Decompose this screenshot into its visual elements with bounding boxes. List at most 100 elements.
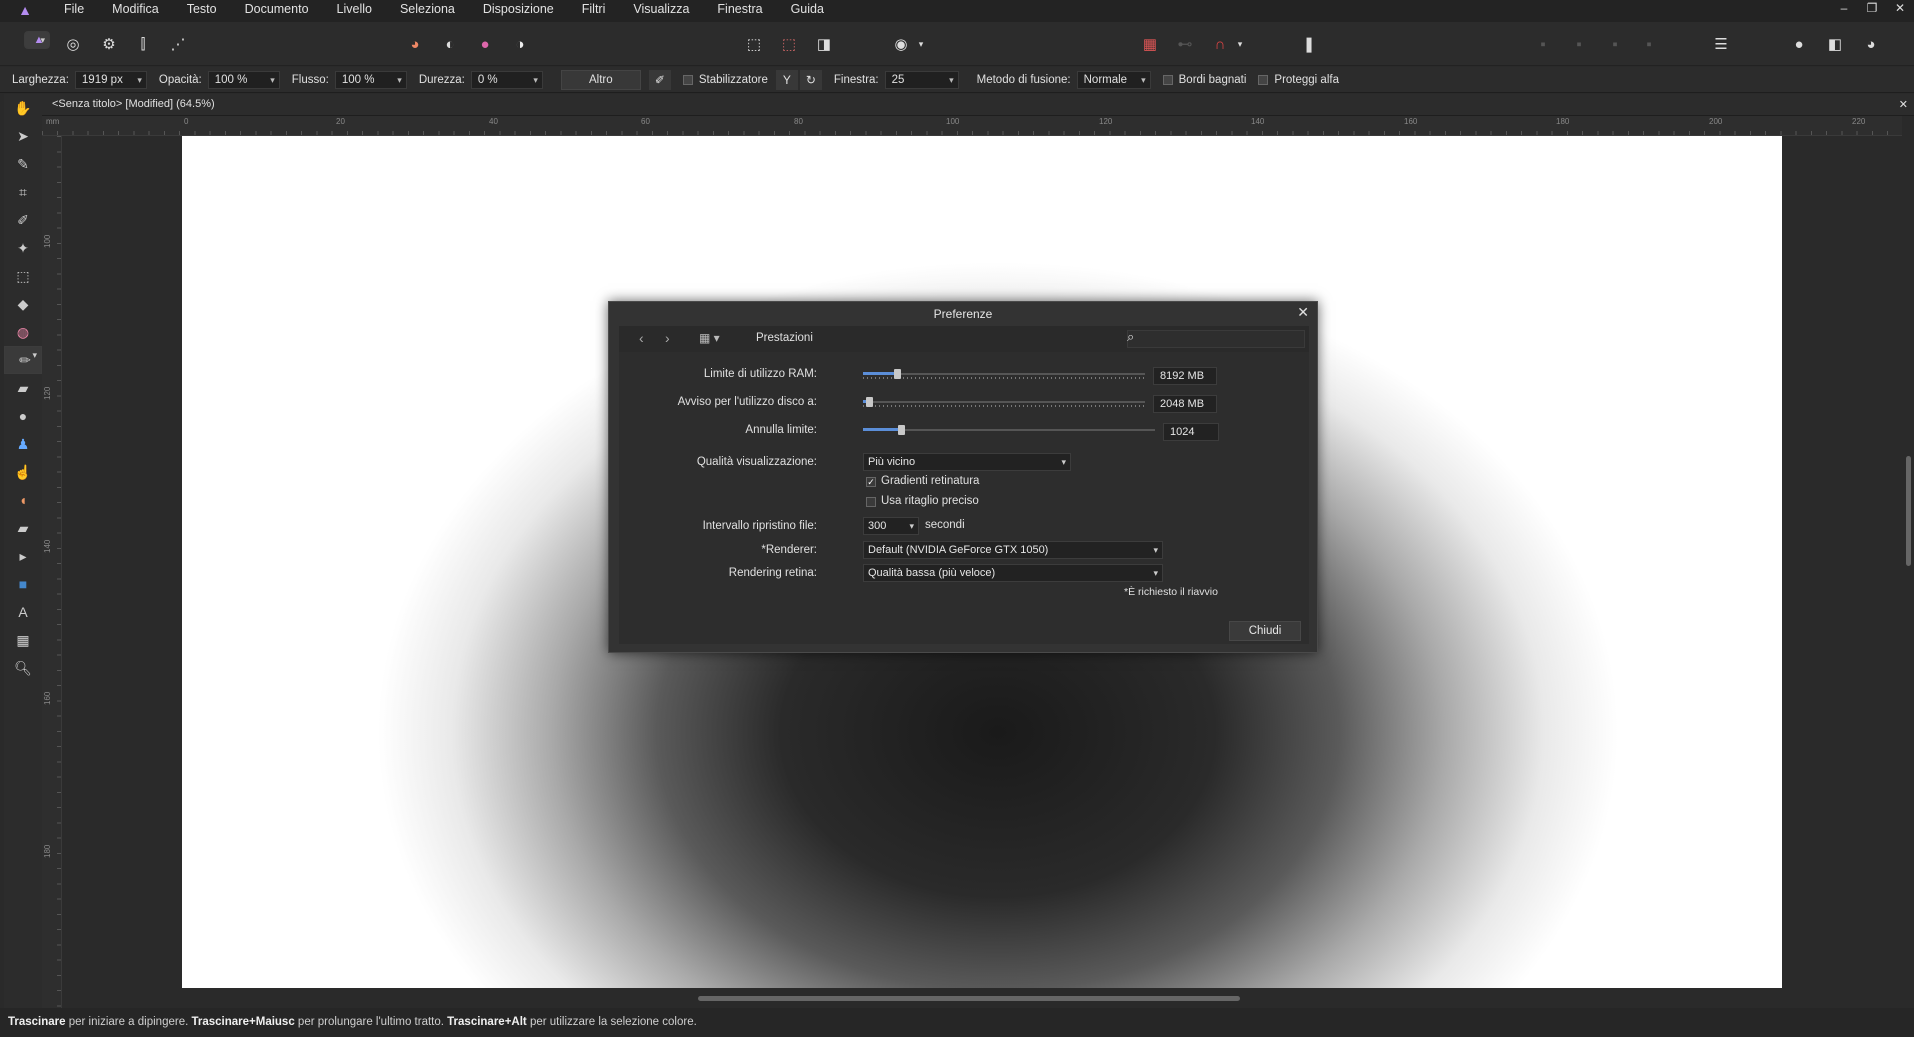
deselect-icon[interactable]: ⬚	[776, 31, 802, 57]
horizontal-scrollbar[interactable]	[62, 988, 1902, 1008]
flow-field[interactable]: 100 %	[334, 70, 407, 89]
arrange-back-icon[interactable]: ▪	[1530, 31, 1556, 57]
horizontal-scroll-thumb[interactable]	[698, 996, 1240, 1001]
menu-disposizione[interactable]: Disposizione	[469, 0, 568, 22]
photo-persona-icon[interactable]: ▲	[24, 31, 50, 49]
menu-seleziona[interactable]: Seleziona	[386, 0, 469, 22]
slider-knob[interactable]	[866, 397, 873, 407]
renderer-select[interactable]: Default (NVIDIA GeForce GTX 1050)	[863, 541, 1163, 559]
assistant-icon[interactable]: ❚	[1296, 31, 1322, 57]
retina-gradients-checkbox[interactable]: ✓	[866, 477, 876, 487]
close-window-icon[interactable]: ✕	[1886, 0, 1914, 20]
undo-limit-field[interactable]: 1024	[1163, 423, 1219, 441]
paint-brush-tool-icon[interactable]: ✏	[4, 346, 42, 374]
vertical-scrollbar[interactable]	[1902, 116, 1914, 1008]
close-button[interactable]: Chiudi	[1229, 621, 1301, 641]
undo-limit-slider[interactable]	[863, 425, 1155, 435]
menu-livello[interactable]: Livello	[323, 0, 386, 22]
minimize-icon[interactable]: –	[1830, 0, 1858, 20]
document-tab[interactable]: <Senza titolo> [Modified] (64.5%) ✕	[42, 94, 1914, 116]
white-balance-icon[interactable]: ◑	[507, 31, 533, 57]
magnet-dropdown-icon[interactable]: ▾	[1233, 31, 1247, 57]
liquify-persona-icon[interactable]: ◎	[60, 31, 86, 57]
align-icon[interactable]: ☰	[1708, 31, 1734, 57]
retina-rendering-select[interactable]: Qualità bassa (più veloce)	[863, 564, 1163, 582]
text-tool-icon[interactable]: A	[4, 598, 42, 626]
erase-brush-tool-icon[interactable]: ▰	[4, 374, 42, 402]
close-dialog-icon[interactable]: ✕	[1297, 304, 1309, 321]
slider-knob[interactable]	[898, 425, 905, 435]
magic-wand-tool-icon[interactable]: ✦	[4, 234, 42, 262]
ram-limit-field[interactable]: 8192 MB	[1153, 367, 1217, 385]
width-field[interactable]: 1919 px	[74, 70, 147, 89]
ram-limit-slider[interactable]	[863, 369, 1145, 379]
healing-brush-tool-icon[interactable]: ▰	[4, 514, 42, 542]
opacity-field[interactable]: 100 %	[207, 70, 280, 89]
menu-visualizza[interactable]: Visualizza	[619, 0, 703, 22]
tone-mapping-persona-icon[interactable]: ⫿	[130, 31, 156, 57]
preferences-search-input[interactable]	[1127, 330, 1305, 348]
precise-clip-checkbox[interactable]	[866, 497, 876, 507]
close-document-icon[interactable]: ✕	[1899, 98, 1908, 111]
window-field[interactable]: 25	[884, 70, 959, 89]
marquee-tool-icon[interactable]: ⬚	[4, 262, 42, 290]
snapping-grid-icon[interactable]: ▦	[1137, 31, 1163, 57]
menu-modifica[interactable]: Modifica	[98, 0, 173, 22]
menu-testo[interactable]: Testo	[173, 0, 231, 22]
arrange-front-icon[interactable]: ▪	[1636, 31, 1662, 57]
smudge-tool-icon[interactable]: ☝	[4, 458, 42, 486]
boolean-subtract-icon[interactable]: ◧	[1822, 31, 1848, 57]
magnet-icon[interactable]: ∩	[1207, 31, 1233, 57]
menu-filtri[interactable]: Filtri	[568, 0, 620, 22]
disk-warning-field[interactable]: 2048 MB	[1153, 395, 1217, 413]
back-icon[interactable]: ‹	[639, 330, 644, 346]
dodge-tool-icon[interactable]: ●	[4, 402, 42, 430]
selection-brush-tool-icon[interactable]: ✐	[4, 206, 42, 234]
menu-file[interactable]: File	[50, 0, 98, 22]
pen-tool-icon[interactable]: ▸	[4, 542, 42, 570]
window-mode-icon[interactable]: ↻	[799, 69, 822, 90]
brush-options-icon[interactable]: ✐	[648, 69, 671, 90]
snapping-icon[interactable]: ⊷	[1172, 31, 1198, 57]
zoom-tool-icon[interactable]: 🔍︎	[4, 654, 42, 682]
clone-tool-icon[interactable]: ♟	[4, 430, 42, 458]
hand-tool-icon[interactable]: ✋	[4, 94, 42, 122]
rope-mode-icon[interactable]: Y	[775, 69, 798, 90]
arrange-forward-icon[interactable]: ▪	[1602, 31, 1628, 57]
stabilizer-checkbox[interactable]	[682, 74, 693, 85]
export-persona-icon[interactable]: ⋰	[165, 31, 191, 57]
rectangle-tool-icon[interactable]: ■	[4, 570, 42, 598]
levels-icon[interactable]: ◕	[402, 31, 428, 57]
arrange-backward-icon[interactable]: ▪	[1566, 31, 1592, 57]
more-button[interactable]: Altro	[560, 69, 641, 90]
contrast-icon[interactable]: ◐	[437, 31, 463, 57]
hardness-field[interactable]: 0 %	[470, 70, 543, 89]
select-all-icon[interactable]: ⬚	[741, 31, 767, 57]
menu-documento[interactable]: Documento	[231, 0, 323, 22]
vertical-scroll-thumb[interactable]	[1906, 456, 1911, 566]
display-quality-select[interactable]: Più vicino	[863, 453, 1071, 471]
color-balance-icon[interactable]: ●	[472, 31, 498, 57]
menu-finestra[interactable]: Finestra	[703, 0, 776, 22]
protect-alpha-checkbox[interactable]	[1258, 74, 1269, 85]
quick-mask-icon[interactable]: ◉	[888, 31, 914, 57]
slider-knob[interactable]	[894, 369, 901, 379]
autosave-interval-select[interactable]: 300	[863, 517, 919, 535]
boolean-intersect-icon[interactable]: ◕	[1858, 31, 1884, 57]
invert-selection-icon[interactable]: ◨	[811, 31, 837, 57]
wet-edges-checkbox[interactable]	[1162, 74, 1173, 85]
disk-warning-slider[interactable]	[863, 397, 1145, 407]
menu-guida[interactable]: Guida	[777, 0, 838, 22]
gradient-tool-icon[interactable]: ◍	[4, 318, 42, 346]
search-icon[interactable]: ⌕	[1127, 329, 1134, 345]
forward-icon[interactable]: ›	[665, 330, 670, 346]
blend-mode-select[interactable]: Normale	[1076, 70, 1151, 89]
blur-brush-tool-icon[interactable]: ◖	[4, 486, 42, 514]
grid-view-icon[interactable]: ▦ ▾	[699, 331, 720, 345]
move-tool-icon[interactable]: ➤	[4, 122, 42, 150]
quick-mask-dropdown-icon[interactable]: ▾	[914, 31, 928, 57]
develop-persona-icon[interactable]: ⚙	[96, 31, 122, 57]
restore-icon[interactable]: ❐	[1858, 0, 1886, 20]
color-picker-tool-icon[interactable]: ✎	[4, 150, 42, 178]
crop-tool-icon[interactable]: ⌗	[4, 178, 42, 206]
